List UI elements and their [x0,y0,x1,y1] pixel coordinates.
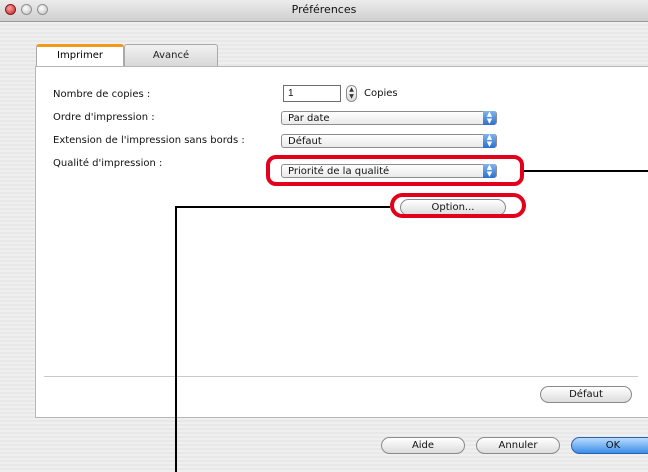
copies-unit-label: Copies [364,88,398,99]
borderless-select-value: Défaut [288,136,322,147]
copies-stepper[interactable]: ▲ ▼ [346,85,357,102]
borderless-label: Extension de l'impression sans bords : [53,135,245,146]
default-button[interactable]: Défaut [540,386,632,403]
option-highlight-box [390,193,526,218]
callout-line-quality [524,170,648,172]
select-arrows-icon: ▲ ▼ [483,111,496,125]
quality-highlight-box [266,155,524,186]
copies-label: Nombre de copies : [53,89,151,100]
copies-input[interactable] [283,85,341,102]
title-bar: Préférences [0,0,648,22]
tab-imprimer[interactable]: Imprimer [36,44,124,66]
order-select-value: Par date [288,113,330,124]
order-label: Ordre d'impression : [53,112,155,123]
help-button[interactable]: Aide [381,437,465,454]
cancel-button[interactable]: Annuler [476,437,560,454]
window-title: Préférences [291,3,357,16]
callout-line-option [175,206,390,208]
preferences-window: Préférences Imprimer Avancé Nombre de co… [0,0,648,472]
order-select[interactable]: Par date ▲ ▼ [281,111,497,125]
tab-avance[interactable]: Avancé [124,44,218,66]
callout-line-option-vertical [175,206,177,472]
ok-button[interactable]: OK [571,437,648,454]
select-arrows-icon: ▲ ▼ [483,134,496,148]
borderless-select[interactable]: Défaut ▲ ▼ [281,134,497,148]
separator [44,376,638,377]
quality-label: Qualité d'impression : [53,158,163,169]
